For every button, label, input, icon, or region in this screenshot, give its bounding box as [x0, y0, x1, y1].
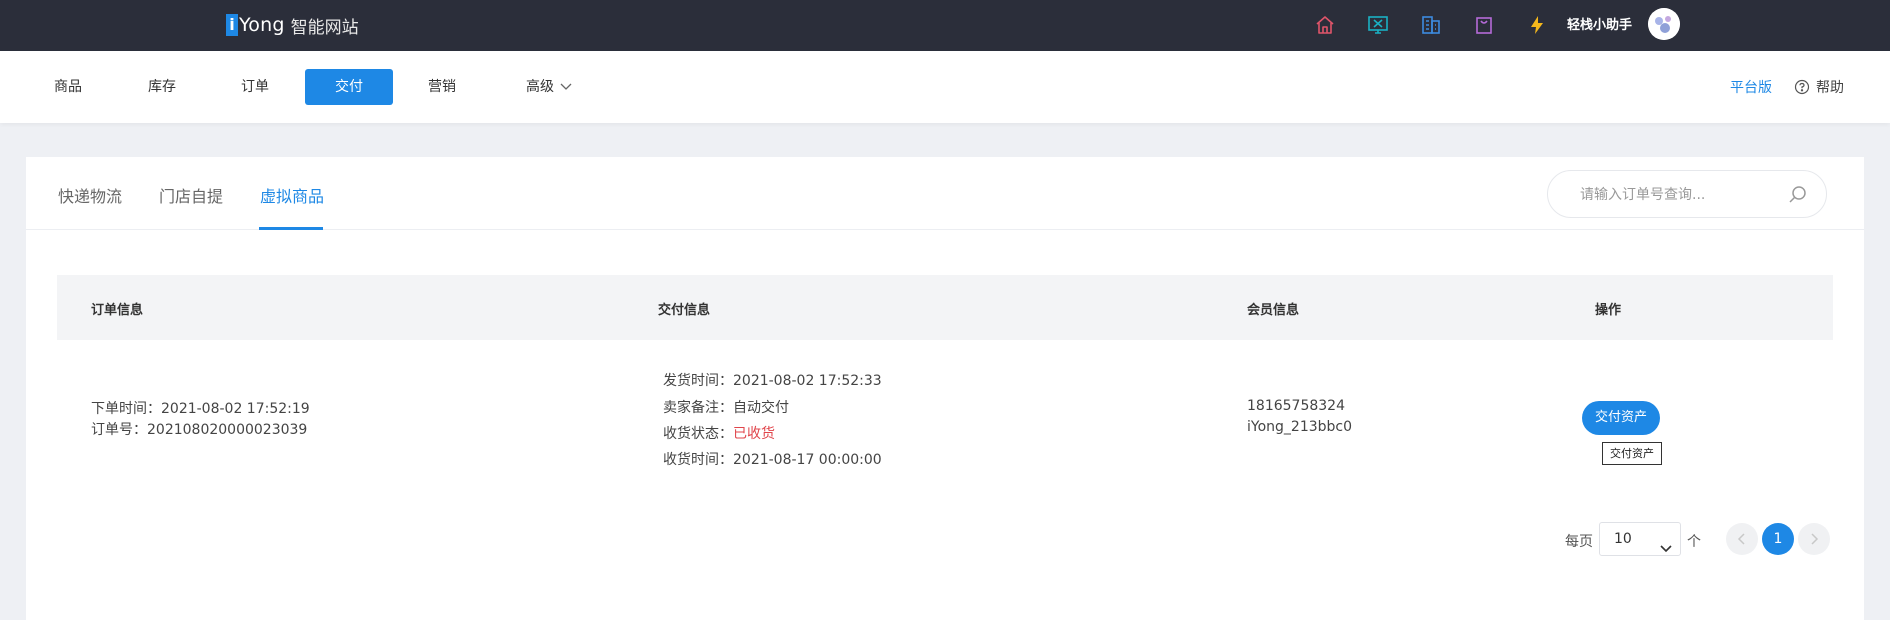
- per-page-value: 10: [1614, 531, 1632, 547]
- monitor-icon[interactable]: [1365, 12, 1391, 38]
- avatar[interactable]: [1648, 8, 1680, 40]
- member-phone: 18165758324: [1247, 398, 1345, 414]
- chevron-down-icon: [560, 83, 572, 91]
- content-card: 快递物流 门店自提 虚拟商品 订单信息 交付信息 会员信息 操作 下单时间：20…: [26, 157, 1864, 620]
- active-tab-indicator: [259, 227, 323, 230]
- receive-time-row: 收货时间：2021-08-17 00:00:00: [663, 449, 882, 469]
- header-order-info: 订单信息: [91, 303, 144, 318]
- logo-text: Yong: [239, 14, 285, 36]
- nav-item-advanced-label: 高级: [526, 79, 554, 95]
- logo-i-mark: i: [226, 14, 238, 36]
- tab-store-pickup[interactable]: 门店自提: [159, 183, 223, 207]
- receive-time-value: 2021-08-17 00:00:00: [733, 452, 882, 468]
- help-icon: [1794, 79, 1810, 95]
- bag-icon[interactable]: [1471, 12, 1497, 38]
- nav-item-marketing[interactable]: 营销: [410, 69, 474, 105]
- order-number: 订单号：202108020000023039: [91, 422, 308, 438]
- receive-status-row: 收货状态：已收货: [663, 423, 775, 443]
- next-page-button[interactable]: [1798, 523, 1830, 555]
- order-time: 下单时间：2021-08-02 17:52:19: [91, 401, 310, 417]
- platform-link[interactable]: 平台版: [1730, 77, 1772, 97]
- top-bar: i Yong 智能网站 轻栈小助手: [0, 0, 1890, 51]
- seller-note-label: 卖家备注：: [663, 400, 733, 416]
- search-input[interactable]: [1580, 184, 1780, 206]
- assistant-label[interactable]: 轻栈小助手: [1567, 14, 1632, 33]
- header-delivery-info: 交付信息: [658, 303, 711, 318]
- deliver-assets-tooltip: 交付资产: [1602, 442, 1662, 465]
- seller-note-row: 卖家备注：自动交付: [663, 397, 789, 417]
- seller-note-value: 自动交付: [733, 400, 789, 416]
- chevron-down-icon: [1660, 534, 1672, 566]
- search-icon[interactable]: [1786, 183, 1810, 207]
- ship-time-label: 发货时间：: [663, 373, 733, 389]
- brand-logo[interactable]: i Yong 智能网站: [226, 12, 359, 38]
- tabs-bar: 快递物流 门店自提 虚拟商品: [26, 157, 1864, 230]
- nav-item-products[interactable]: 商品: [36, 69, 100, 105]
- header-actions: 操作: [1595, 303, 1622, 318]
- header-member-info: 会员信息: [1247, 303, 1300, 318]
- member-name: iYong_213bbc0: [1247, 419, 1353, 435]
- nav-item-advanced[interactable]: 高级: [513, 69, 585, 105]
- per-page-label: 每页: [1565, 534, 1593, 550]
- lightning-icon[interactable]: [1524, 12, 1550, 38]
- nav-item-inventory[interactable]: 库存: [130, 69, 194, 105]
- building-icon[interactable]: [1418, 12, 1444, 38]
- ship-time-row: 发货时间：2021-08-02 17:52:33: [663, 370, 882, 390]
- chevron-left-icon: [1737, 533, 1745, 545]
- help-link[interactable]: 帮助: [1794, 77, 1844, 97]
- logo-subtitle: 智能网站: [290, 17, 359, 38]
- ship-time-value: 2021-08-02 17:52:33: [733, 373, 882, 389]
- home-icon[interactable]: [1312, 12, 1338, 38]
- search-box: [1547, 170, 1827, 218]
- table-header: 订单信息 交付信息 会员信息 操作: [57, 275, 1833, 340]
- per-page-unit: 个: [1687, 534, 1701, 550]
- receive-status-label: 收货状态：: [663, 426, 733, 442]
- prev-page-button[interactable]: [1726, 523, 1758, 555]
- tab-express[interactable]: 快递物流: [58, 183, 122, 207]
- nav-item-delivery[interactable]: 交付: [305, 69, 393, 105]
- nav-item-orders[interactable]: 订单: [223, 69, 287, 105]
- deliver-assets-button[interactable]: 交付资产: [1582, 401, 1660, 435]
- main-nav: 商品 库存 订单 交付 营销 高级 平台版 帮助: [0, 51, 1890, 123]
- per-page-select[interactable]: 10: [1599, 522, 1681, 556]
- receive-time-label: 收货时间：: [663, 452, 733, 468]
- top-icon-group: [1312, 12, 1577, 38]
- chevron-right-icon: [1811, 533, 1819, 545]
- tab-virtual-goods[interactable]: 虚拟商品: [260, 183, 324, 207]
- help-label: 帮助: [1816, 80, 1844, 96]
- page-button-current[interactable]: 1: [1762, 523, 1794, 555]
- receive-status-value: 已收货: [733, 426, 775, 442]
